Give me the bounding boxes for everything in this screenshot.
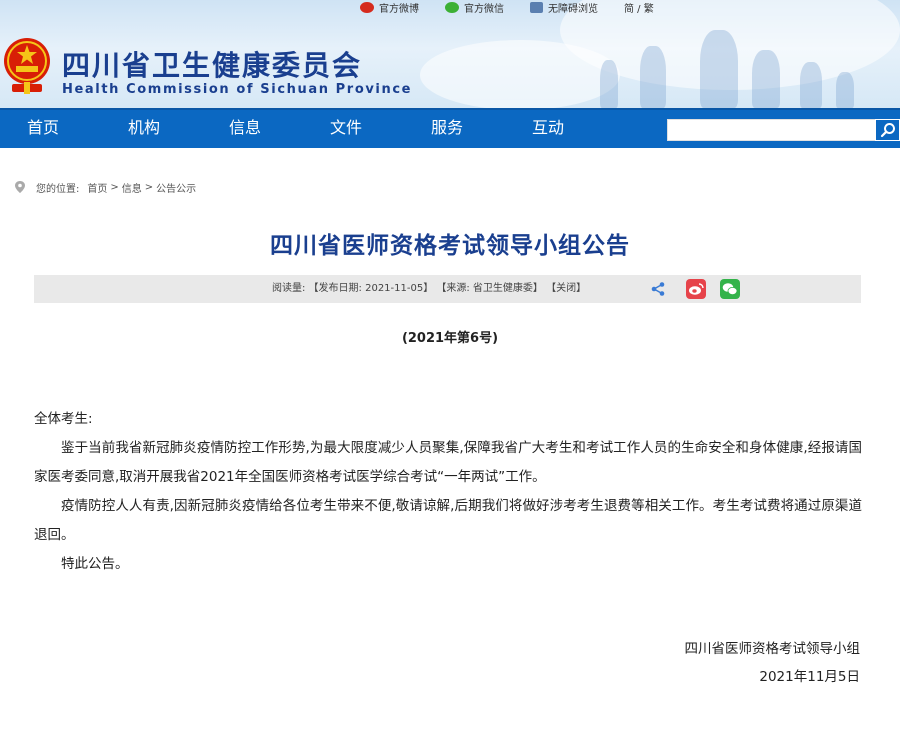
banner-figure	[800, 62, 822, 108]
breadcrumb-item-home[interactable]: 首页	[87, 180, 107, 195]
official-wechat-link[interactable]: 官方微信	[445, 0, 504, 15]
weibo-icon	[360, 1, 374, 13]
banner-figure	[836, 72, 854, 108]
signature: 四川省医师资格考试领导小组	[684, 641, 861, 657]
banner-figure	[752, 50, 780, 108]
banner-figure	[600, 60, 618, 108]
wechat-icon	[445, 1, 459, 13]
article-body: 全体考生: 鉴于当前我省新冠肺炎疫情防控工作形势,为最大限度减少人员聚集,保障我…	[34, 405, 862, 579]
article-info-bar: 阅读量: 【发布日期: 2021-11-05】 【来源: 省卫生健康委】 【关闭…	[34, 275, 861, 303]
breadcrumb-separator: >	[110, 181, 119, 193]
nav-item-services[interactable]: 服务	[431, 110, 463, 148]
accessibility-link[interactable]: 无障碍浏览	[530, 0, 598, 15]
official-weibo-label: 官方微博	[379, 3, 419, 15]
header-banner: 官方微博 官方微信 无障碍浏览 简 / 繁 四川省卫生健康委员会 Health …	[0, 0, 900, 108]
article-title: 四川省医师资格考试领导小组公告	[270, 233, 630, 259]
banner-figure	[640, 46, 666, 108]
main-nav: 首页 机构 信息 文件 服务 互动	[0, 108, 900, 148]
breadcrumb-item-information[interactable]: 信息	[122, 180, 142, 195]
search-icon	[880, 123, 895, 138]
breadcrumb-item-announcements[interactable]: 公告公示	[156, 180, 196, 195]
accessibility-label: 无障碍浏览	[548, 3, 598, 15]
breadcrumb: 您的位置: 首页 > 信息 > 公告公示	[14, 179, 196, 195]
official-weibo-link[interactable]: 官方微博	[360, 0, 419, 15]
org-name-cn: 四川省卫生健康委员会	[62, 49, 363, 82]
share-icon	[651, 282, 665, 296]
body-paragraph: 疫情防控人人有责,因新冠肺炎疫情给各位考生带来不便,敬请谅解,后期我们将做好涉考…	[34, 498, 862, 543]
language-toggle-label: 简 / 繁	[624, 3, 654, 15]
nav-item-documents[interactable]: 文件	[330, 110, 362, 148]
banner-figure	[700, 30, 738, 108]
search-button[interactable]	[875, 119, 900, 141]
breadcrumb-separator: >	[144, 181, 154, 193]
share-button[interactable]	[648, 279, 668, 299]
official-wechat-label: 官方微信	[464, 3, 504, 15]
top-utility-bar: 官方微博 官方微信 无障碍浏览 简 / 繁	[360, 0, 654, 15]
article-meta: 阅读量: 【发布日期: 2021-11-05】 【来源: 省卫生健康委】 【关闭…	[272, 283, 587, 294]
nav-item-interaction[interactable]: 互动	[532, 110, 564, 148]
closing-paragraph: 特此公告。	[61, 556, 129, 572]
location-pin-icon	[15, 181, 25, 193]
banner-cloud	[420, 40, 620, 108]
national-emblem-icon	[4, 38, 50, 94]
document-number: (2021年第6号)	[401, 331, 499, 346]
share-weibo-button[interactable]	[686, 279, 706, 299]
wechat-icon	[722, 283, 738, 295]
publish-date: 2021年11月5日	[759, 669, 860, 685]
nav-item-home[interactable]: 首页	[27, 110, 59, 148]
share-wechat-button[interactable]	[720, 279, 740, 299]
salutation: 全体考生:	[34, 411, 93, 427]
language-toggle[interactable]: 简 / 繁	[624, 0, 654, 15]
weibo-icon	[689, 283, 704, 295]
nav-item-organization[interactable]: 机构	[128, 110, 160, 148]
nav-item-information[interactable]: 信息	[229, 110, 261, 148]
breadcrumb-prefix: 您的位置:	[36, 183, 80, 195]
body-paragraph: 鉴于当前我省新冠肺炎疫情防控工作形势,为最大限度减少人员聚集,保障我省广大考生和…	[34, 440, 862, 485]
search-input[interactable]	[667, 119, 877, 141]
org-name-en: Health Commission of Sichuan Province	[62, 82, 413, 97]
accessibility-icon	[530, 1, 543, 13]
